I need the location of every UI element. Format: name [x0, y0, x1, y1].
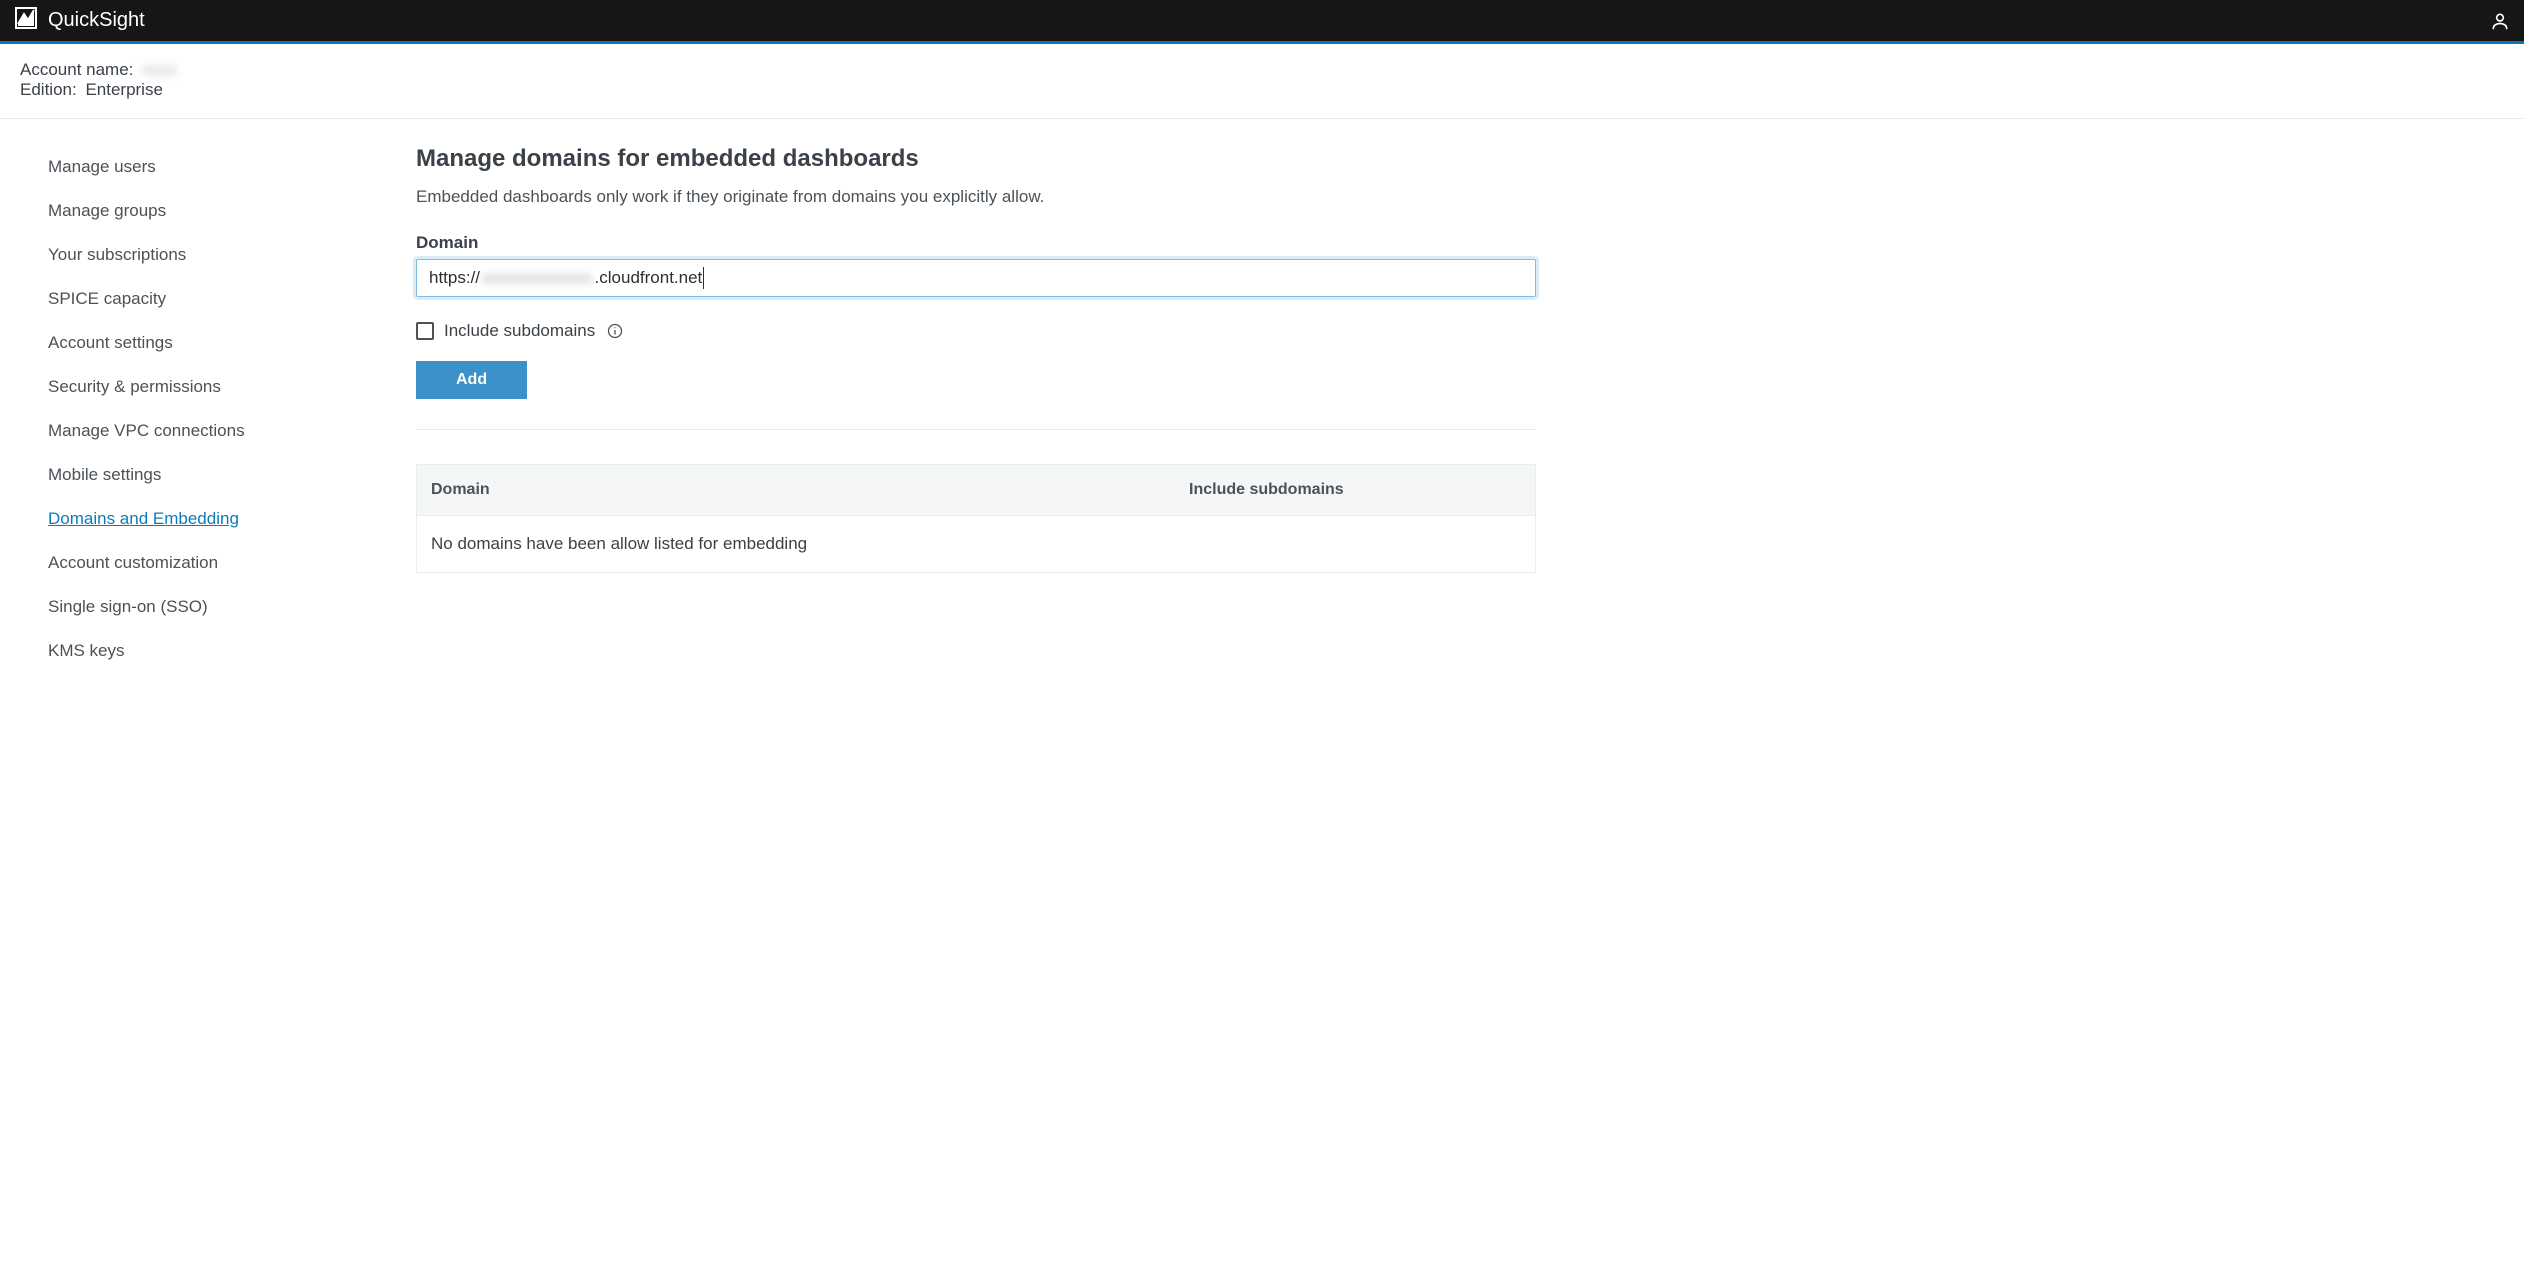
brand[interactable]: QuickSight [14, 6, 145, 36]
add-button[interactable]: Add [416, 361, 527, 399]
table-empty-row: No domains have been allow listed for em… [417, 516, 1535, 572]
col-header-domain: Domain [417, 465, 1175, 515]
text-caret [703, 267, 704, 289]
edition-label: Edition: [20, 80, 77, 99]
sidebar: Manage users Manage groups Your subscrip… [0, 137, 380, 673]
main-content: Manage domains for embedded dashboards E… [380, 137, 2524, 573]
sidebar-item-sso[interactable]: Single sign-on (SSO) [48, 585, 380, 629]
sidebar-item-mobile-settings[interactable]: Mobile settings [48, 453, 380, 497]
domain-table: Domain Include subdomains No domains hav… [416, 464, 1536, 573]
page-title: Manage domains for embedded dashboards [416, 145, 2500, 173]
body: Manage users Manage groups Your subscrip… [0, 119, 2524, 673]
include-subdomains-label: Include subdomains [444, 321, 595, 341]
col-header-include-subdomains: Include subdomains [1175, 465, 1535, 515]
sidebar-item-manage-vpc[interactable]: Manage VPC connections [48, 409, 380, 453]
account-header: Account name: xxxx Edition: Enterprise [0, 44, 2524, 119]
account-name-value: xxxx [142, 60, 176, 79]
include-subdomains-checkbox[interactable] [416, 322, 434, 340]
sidebar-item-account-settings[interactable]: Account settings [48, 321, 380, 365]
user-menu-icon[interactable] [2490, 11, 2510, 31]
domain-field-label: Domain [416, 233, 2500, 253]
section-divider [416, 429, 1536, 430]
quicksight-logo-icon [14, 6, 38, 36]
topbar: QuickSight [0, 0, 2524, 44]
sidebar-item-spice-capacity[interactable]: SPICE capacity [48, 277, 380, 321]
domain-input-prefix: https:// [429, 268, 480, 288]
brand-text: QuickSight [48, 9, 145, 32]
include-subdomains-row: Include subdomains [416, 321, 2500, 341]
sidebar-item-your-subscriptions[interactable]: Your subscriptions [48, 233, 380, 277]
domain-table-head: Domain Include subdomains [417, 465, 1535, 516]
sidebar-item-domains-embedding[interactable]: Domains and Embedding [48, 497, 380, 541]
info-icon[interactable] [605, 323, 623, 339]
sidebar-item-account-customization[interactable]: Account customization [48, 541, 380, 585]
page-subtitle: Embedded dashboards only work if they or… [416, 187, 2500, 207]
domain-input-redacted: xxxxxxxxxxxxx [480, 268, 595, 288]
domain-table-body: No domains have been allow listed for em… [417, 516, 1535, 572]
domain-input[interactable]: https://xxxxxxxxxxxxx.cloudfront.net [416, 259, 1536, 297]
domain-input-suffix: .cloudfront.net [595, 268, 703, 288]
sidebar-item-kms-keys[interactable]: KMS keys [48, 629, 380, 673]
account-name-label: Account name: [20, 60, 133, 79]
edition-value: Enterprise [85, 80, 162, 99]
sidebar-item-security-permissions[interactable]: Security & permissions [48, 365, 380, 409]
sidebar-item-manage-users[interactable]: Manage users [48, 145, 380, 189]
sidebar-item-manage-groups[interactable]: Manage groups [48, 189, 380, 233]
